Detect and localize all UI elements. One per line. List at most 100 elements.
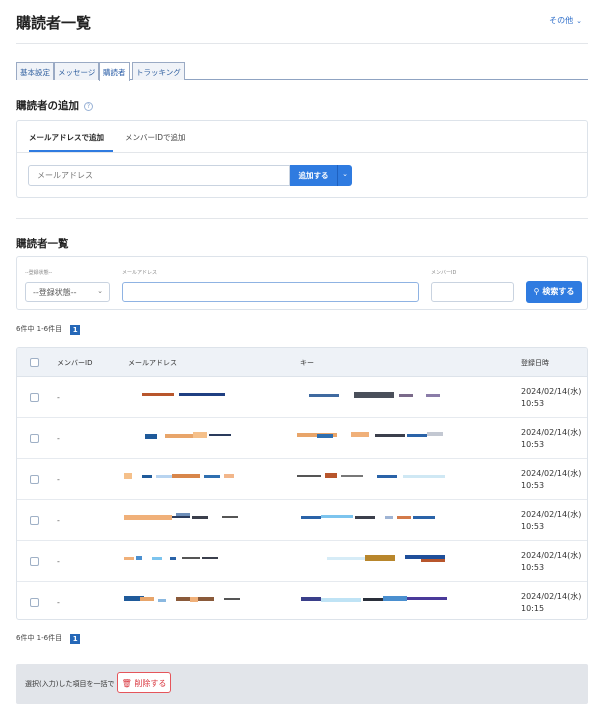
add-button[interactable]: 追加する (290, 165, 338, 186)
table-row[interactable]: - 2024/02/14(水) 10:53 (17, 500, 587, 541)
tab-tracking[interactable]: トラッキング (132, 62, 185, 80)
page-header: 購読者一覧 その他 ⌄ (16, 12, 588, 44)
table-row[interactable]: - 2024/02/14(水) 10:53 (17, 418, 587, 459)
registered-time: 10:53 (521, 440, 545, 449)
member-id-cell: - (57, 557, 60, 566)
column-member-id: メンバーID (57, 359, 93, 367)
registered-date: 2024/02/14(水) (521, 387, 582, 396)
email-filter-input[interactable] (122, 282, 419, 302)
page-title: 購読者一覧 (16, 14, 92, 32)
email-filter-label: メールアドレス (122, 270, 158, 276)
registered-date: 2024/02/14(水) (521, 469, 582, 478)
list-section-title: 購読者一覧 (16, 238, 69, 250)
registered-date: 2024/02/14(水) (521, 551, 582, 560)
add-section-title: 購読者の追加? (16, 98, 93, 113)
redacted-key (297, 554, 467, 566)
redacted-key (297, 595, 467, 607)
redacted-email (124, 595, 244, 607)
redacted-email (124, 472, 244, 484)
member-id-filter-input[interactable] (431, 282, 514, 302)
row-checkbox[interactable] (30, 434, 39, 443)
registered-at-cell: 2024/02/14(水) 10:15 (521, 591, 581, 615)
registered-at-cell: 2024/02/14(水) 10:53 (521, 509, 581, 533)
redacted-email (124, 513, 244, 525)
filter-card: --登録状態-- --登録状態-- ⌄ メールアドレス メンバーID ⚲ 検索す… (16, 256, 588, 310)
subtab-add-by-email[interactable]: メールアドレスで追加 (29, 132, 104, 143)
redacted-key (297, 391, 457, 403)
email-input[interactable] (28, 165, 290, 186)
add-section-title-text: 購読者の追加 (16, 100, 79, 112)
tab-subscribers[interactable]: 購読者 (99, 62, 130, 81)
page-number-button[interactable]: 1 (70, 325, 81, 335)
subscriber-table: メンバーID メールアドレス キー 登録日時 - 2024/02/14(水) 1… (16, 347, 588, 620)
row-checkbox[interactable] (30, 516, 39, 525)
registered-time: 10:53 (521, 481, 545, 490)
bulk-action-bar: 選択(入力)した項目を一括で 🗑 削除する (16, 664, 588, 704)
table-row[interactable]: - 2024/02/14(水) 10:53 (17, 377, 587, 418)
chevron-down-icon: ⌄ (97, 287, 103, 295)
registered-date: 2024/02/14(水) (521, 592, 582, 601)
status-select[interactable]: --登録状態-- ⌄ (25, 282, 110, 302)
member-id-cell: - (57, 475, 60, 484)
registered-time: 10:53 (521, 522, 545, 531)
registered-time: 10:53 (521, 399, 545, 408)
member-id-cell: - (57, 393, 60, 402)
chevron-down-icon: ⌄ (576, 17, 582, 25)
member-id-cell: - (57, 598, 60, 607)
registered-at-cell: 2024/02/14(水) 10:53 (521, 468, 581, 492)
table-row[interactable]: - 2024/02/14(水) 10:53 (17, 459, 587, 500)
page-number-button[interactable]: 1 (70, 634, 81, 644)
search-button[interactable]: ⚲ 検索する (526, 281, 582, 303)
select-all-checkbox[interactable] (30, 358, 39, 367)
redacted-key (297, 431, 467, 443)
search-button-label[interactable]: 検索する (542, 287, 574, 296)
row-checkbox[interactable] (30, 598, 39, 607)
status-select-value[interactable]: --登録状態-- (33, 288, 77, 297)
column-email: メールアドレス (128, 359, 177, 367)
pager-top: 6件中 1-6件目 1 (16, 324, 81, 335)
chevron-down-icon: ⌄ (342, 170, 348, 178)
active-subtab-indicator (29, 150, 113, 152)
redacted-key (297, 513, 467, 525)
search-icon: ⚲ (533, 287, 540, 296)
add-dropdown-toggle[interactable]: ⌄ (338, 165, 352, 186)
table-row[interactable]: - 2024/02/14(水) 10:15 (17, 582, 587, 619)
registered-time: 10:53 (521, 563, 545, 572)
tab-basic-settings[interactable]: 基本設定 (16, 62, 54, 80)
registered-at-cell: 2024/02/14(水) 10:53 (521, 427, 581, 451)
table-row[interactable]: - 2024/02/14(水) 10:53 (17, 541, 587, 582)
tab-messages[interactable]: メッセージ (54, 62, 100, 80)
add-subtabs: メールアドレスで追加 メンバーIDで追加 (17, 121, 587, 153)
member-id-cell: - (57, 434, 60, 443)
add-subscriber-card: メールアドレスで追加 メンバーIDで追加 追加する ⌄ (16, 120, 588, 198)
column-registered-at: 登録日時 (521, 359, 549, 367)
row-checkbox[interactable] (30, 475, 39, 484)
registered-at-cell: 2024/02/14(水) 10:53 (521, 386, 581, 410)
table-header: メンバーID メールアドレス キー 登録日時 (17, 348, 587, 377)
redacted-email (135, 432, 235, 444)
registered-time: 10:15 (521, 604, 545, 613)
member-filter-label: メンバーID (431, 270, 457, 276)
bulk-action-text: 選択(入力)した項目を一括で (25, 680, 115, 688)
registered-date: 2024/02/14(水) (521, 428, 582, 437)
subtab-add-by-member-id[interactable]: メンバーIDで追加 (125, 132, 186, 143)
status-filter-label: --登録状態-- (25, 270, 53, 276)
pager-bottom: 6件中 1-6件目 1 (16, 633, 81, 644)
delete-button[interactable]: 🗑 削除する (117, 672, 171, 693)
registered-date: 2024/02/14(水) (521, 510, 582, 519)
other-menu[interactable]: その他 ⌄ (549, 15, 582, 26)
delete-button-label[interactable]: 削除する (134, 679, 166, 688)
section-divider (16, 218, 588, 219)
redacted-email (142, 391, 232, 403)
row-checkbox[interactable] (30, 393, 39, 402)
registered-at-cell: 2024/02/14(水) 10:53 (521, 550, 581, 574)
pager-text: 6件中 1-6件目 (16, 634, 63, 642)
trash-icon: 🗑 (121, 679, 132, 688)
member-id-cell: - (57, 516, 60, 525)
help-icon[interactable]: ? (84, 102, 93, 111)
row-checkbox[interactable] (30, 557, 39, 566)
redacted-key (297, 472, 467, 484)
other-menu-label[interactable]: その他 (549, 16, 573, 25)
pager-text: 6件中 1-6件目 (16, 325, 63, 333)
main-tabs: 基本設定 メッセージ 購読者 トラッキング (16, 62, 588, 81)
